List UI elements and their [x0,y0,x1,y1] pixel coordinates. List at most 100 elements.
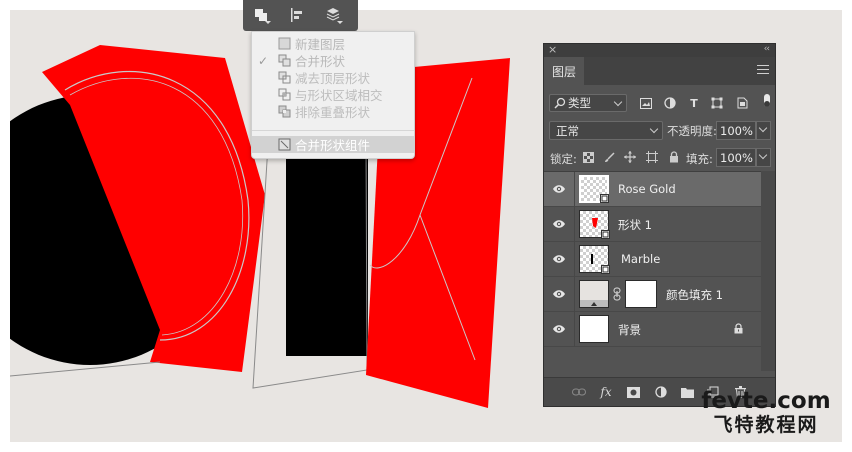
lock-transparent-icon[interactable] [581,150,595,164]
eye-icon[interactable] [552,289,566,299]
layer-list-scrollbar[interactable] [761,171,775,371]
layer-name: Rose Gold [618,182,676,196]
layer-list: Rose Gold 形状 1 Marble 颜色填充 1 背景 [544,171,775,372]
merge-shape-components-icon [278,138,291,151]
red-shape-preview-icon [592,218,598,228]
eye-icon[interactable] [552,184,566,194]
layer-mask-thumbnail[interactable] [625,280,657,308]
path-alignment-button[interactable] [285,4,309,26]
opacity-label: 不透明度: [667,124,717,138]
blend-mode-select[interactable]: 正常 [549,121,663,140]
panel-menu-icon[interactable] [757,65,769,76]
watermark: fevte.com 飞特教程网 [688,388,844,436]
blend-mode-value: 正常 [556,123,579,138]
fill-dropdown[interactable] [756,148,771,167]
column-divider [574,242,575,277]
filter-type-label: 类型 [568,96,591,110]
panel-title-bar: × ‹‹ [544,43,775,57]
link-layers-icon[interactable] [572,385,586,399]
shape-filter-icon[interactable] [710,96,724,110]
search-icon [554,97,566,109]
adjustment-layer-icon[interactable] [654,385,668,399]
lock-icon [734,323,743,334]
layer-row-shape-1[interactable]: 形状 1 [544,207,761,242]
eye-icon[interactable] [552,219,566,229]
menu-item-new-layer[interactable]: 新建图层 [252,35,414,52]
tab-layers[interactable]: 图层 [544,57,584,85]
lock-position-icon[interactable] [623,150,637,164]
menu-item-intersect-shape-areas[interactable]: 与形状区域相交 [252,86,414,103]
chevron-down-icon [758,150,768,160]
watermark-site: fevte.com [701,388,831,414]
layer-row-rose-gold[interactable]: Rose Gold [544,172,761,207]
pixel-filter-icon[interactable] [639,96,653,110]
chevron-down-icon [758,123,768,133]
filter-toggle-switch[interactable] [764,94,770,107]
column-divider [574,172,575,207]
layer-thumbnail [579,210,610,239]
layers-panel: × ‹‹ 图层 类型 T 正常 不透明度: 100% 锁定: 填充: 100% … [543,43,776,407]
layer-name: 形状 1 [618,218,652,232]
fill-label: 填充: [686,152,713,166]
dropdown-caret-icon [337,21,343,24]
opacity-dropdown[interactable] [756,121,771,140]
checkmark-icon: ✓ [258,53,269,68]
new-layer-icon [278,37,291,50]
path-arrangement-button[interactable] [321,4,345,26]
menu-item-combine-shapes[interactable]: ✓ 合并形状 [252,52,414,70]
path-operations-menu: 新建图层 ✓ 合并形状 减去顶层形状 与形状区域相交 排除重叠形状 合并形状组件 [251,31,415,159]
black-bar-shape [286,140,368,356]
layer-name: 背景 [618,323,641,337]
add-mask-icon[interactable] [626,385,640,399]
column-divider [574,207,575,242]
fill-input[interactable]: 100% [716,148,756,167]
fill-swatch-icon [580,300,608,307]
menu-item-subtract-front-shape[interactable]: 减去顶层形状 [252,69,414,86]
eye-icon[interactable] [552,254,566,264]
menu-item-label: 合并形状组件 [295,138,371,153]
shape-layer-badge-icon [601,265,610,274]
layer-row-background[interactable]: 背景 [544,312,761,347]
dropdown-caret-icon [265,21,271,24]
combine-shapes-icon [278,54,291,67]
path-alignment-icon [291,8,302,22]
path-operations-toolbar [243,0,358,31]
layer-thumbnail [579,175,609,203]
column-divider [574,312,575,347]
link-icon[interactable] [613,287,621,301]
layer-thumbnail [579,245,610,274]
lock-image-icon[interactable] [602,150,616,164]
shape-layer-badge-icon [601,230,610,239]
lock-artboard-icon[interactable] [645,150,659,164]
chevron-down-icon [613,97,623,107]
eye-icon[interactable] [552,324,566,334]
smart-object-filter-icon[interactable] [735,96,749,110]
layer-name: 颜色填充 1 [666,288,723,302]
layer-row-marble[interactable]: Marble [544,242,761,277]
filter-type-select[interactable]: 类型 [549,94,627,112]
adjustment-filter-icon[interactable] [663,96,677,110]
menu-item-label: 排除重叠形状 [295,105,371,120]
black-shape-preview-icon [591,254,593,264]
layer-thumbnail [579,315,609,343]
path-operations-button[interactable] [249,4,273,26]
fx-icon[interactable]: fx [599,385,613,399]
chevron-down-icon [649,124,659,134]
menu-item-merge-shape-components[interactable]: 合并形状组件 [252,136,414,153]
shape-layer-badge-icon [600,194,609,203]
layer-thumbnail [579,280,609,308]
lock-label: 锁定: [550,152,577,166]
collapse-icon[interactable]: ‹‹ [764,43,770,56]
close-icon[interactable]: × [548,43,557,56]
menu-divider [252,130,414,131]
subtract-front-shape-icon [278,71,291,84]
opacity-input[interactable]: 100% [716,121,756,140]
panel-tab-bar: 图层 [544,57,775,85]
lock-all-icon[interactable] [667,150,681,164]
layer-name: Marble [621,252,661,266]
intersect-shape-areas-icon [278,88,291,101]
menu-item-exclude-overlapping-shapes[interactable]: 排除重叠形状 [252,103,414,120]
layer-row-color-fill-1[interactable]: 颜色填充 1 [544,277,761,312]
column-divider [574,277,575,312]
type-filter-icon[interactable]: T [687,96,701,110]
